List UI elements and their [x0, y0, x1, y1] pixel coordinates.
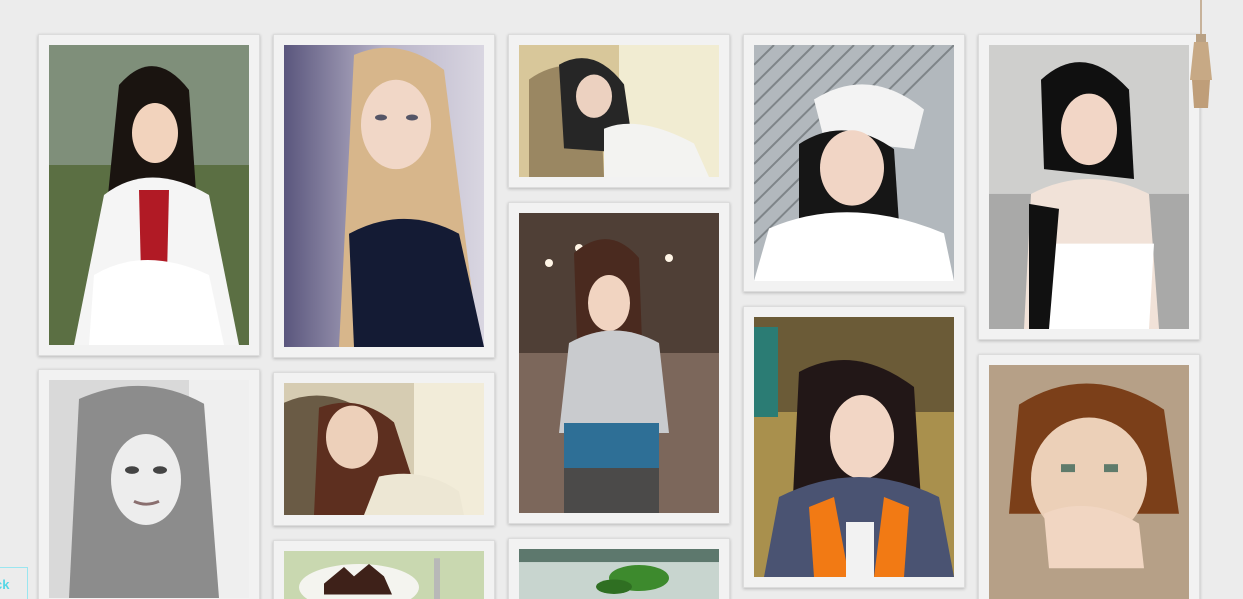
- photo-woman-sleeping-close[interactable]: [284, 383, 484, 515]
- photo-card-5[interactable]: [978, 34, 1200, 340]
- photo-card-9[interactable]: [743, 306, 965, 588]
- photo-cake-plate[interactable]: [284, 551, 484, 599]
- photo-woman-white-beanie[interactable]: [754, 45, 954, 281]
- back-link[interactable]: ck: [0, 567, 28, 599]
- photo-blonde-woman-portrait[interactable]: [284, 45, 484, 347]
- photo-card-3[interactable]: [508, 34, 730, 188]
- tassel-icon: [1188, 0, 1214, 108]
- photo-card-12[interactable]: [508, 538, 730, 599]
- photo-card-4[interactable]: [743, 34, 965, 292]
- photo-card-11[interactable]: [273, 540, 495, 599]
- photo-card-8[interactable]: [508, 202, 730, 524]
- photo-card-2[interactable]: [273, 34, 495, 358]
- photo-woman-orange-jacket[interactable]: [754, 317, 954, 577]
- photo-wall-page: ck: [0, 0, 1243, 599]
- photo-card-1[interactable]: [38, 34, 260, 356]
- photo-plant-window[interactable]: [519, 549, 719, 599]
- photo-card-10[interactable]: [978, 354, 1200, 599]
- photo-card-7[interactable]: [273, 372, 495, 526]
- photo-card-6[interactable]: [38, 369, 260, 599]
- photo-woman-black-dress[interactable]: [989, 45, 1189, 329]
- photo-woman-short-hair[interactable]: [989, 365, 1189, 599]
- photo-woman-grey-hoodie[interactable]: [519, 213, 719, 513]
- photo-bw-woman-portrait[interactable]: [49, 380, 249, 598]
- photo-woman-sleeping-chair[interactable]: [519, 45, 719, 177]
- photo-woman-white-jacket[interactable]: [49, 45, 249, 345]
